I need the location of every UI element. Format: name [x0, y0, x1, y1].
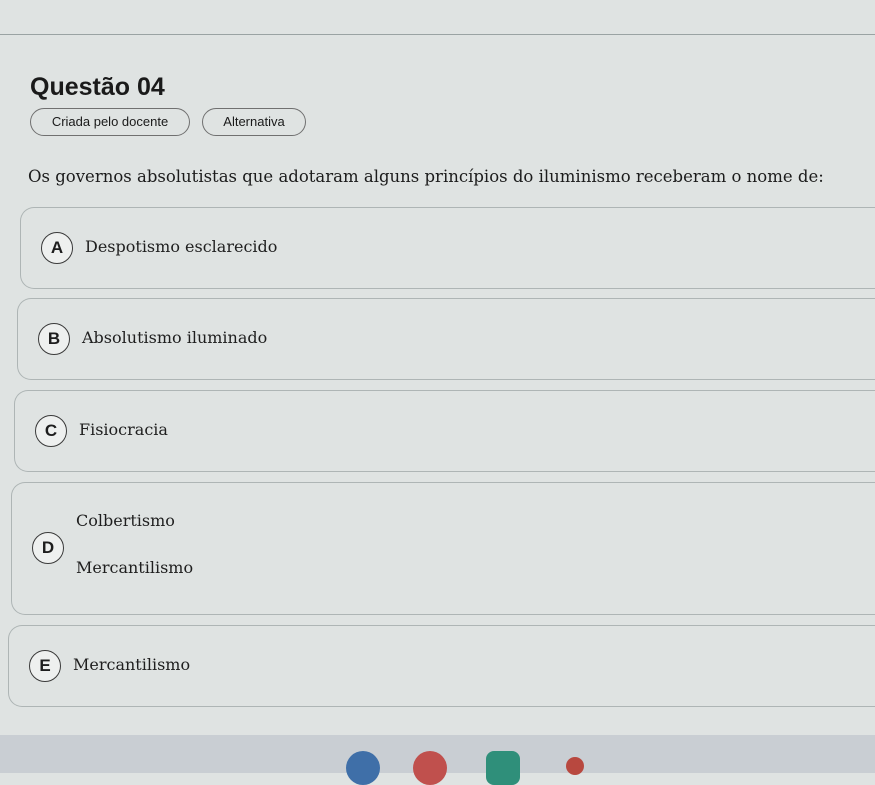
question-card: Questão 04 Criada pelo docente Alternati… [0, 35, 875, 735]
option-text-line-2: Mercantilismo [76, 558, 194, 577]
option-letter: B [38, 323, 70, 355]
app-icon[interactable] [413, 751, 447, 785]
option-letter: A [41, 232, 73, 264]
option-text-line-1: Colbertismo [76, 511, 175, 530]
option-letter: D [32, 532, 64, 564]
tag-created-by-teacher: Criada pelo docente [30, 108, 190, 136]
option-a[interactable]: A Despotismo esclarecido [20, 207, 875, 289]
notification-icon[interactable] [566, 757, 584, 775]
option-c[interactable]: C Fisiocracia [14, 390, 875, 472]
option-d[interactable]: D Colbertismo Mercantilismo [11, 482, 875, 615]
option-e[interactable]: E Mercantilismo [8, 625, 875, 707]
option-letter: E [29, 650, 61, 682]
tag-question-type: Alternativa [202, 108, 306, 136]
option-b[interactable]: B Absolutismo iluminado [17, 298, 875, 380]
browser-icon[interactable] [346, 751, 380, 785]
option-text: Despotismo esclarecido [85, 237, 278, 256]
classroom-icon[interactable] [486, 751, 520, 785]
option-text: Fisiocracia [79, 420, 168, 439]
option-letter: C [35, 415, 67, 447]
taskbar-shelf [0, 735, 875, 785]
option-text: Absolutismo iluminado [82, 328, 268, 347]
question-title: Questão 04 [30, 73, 165, 101]
question-prompt: Os governos absolutistas que adotaram al… [28, 167, 824, 186]
option-text: Mercantilismo [73, 655, 191, 674]
